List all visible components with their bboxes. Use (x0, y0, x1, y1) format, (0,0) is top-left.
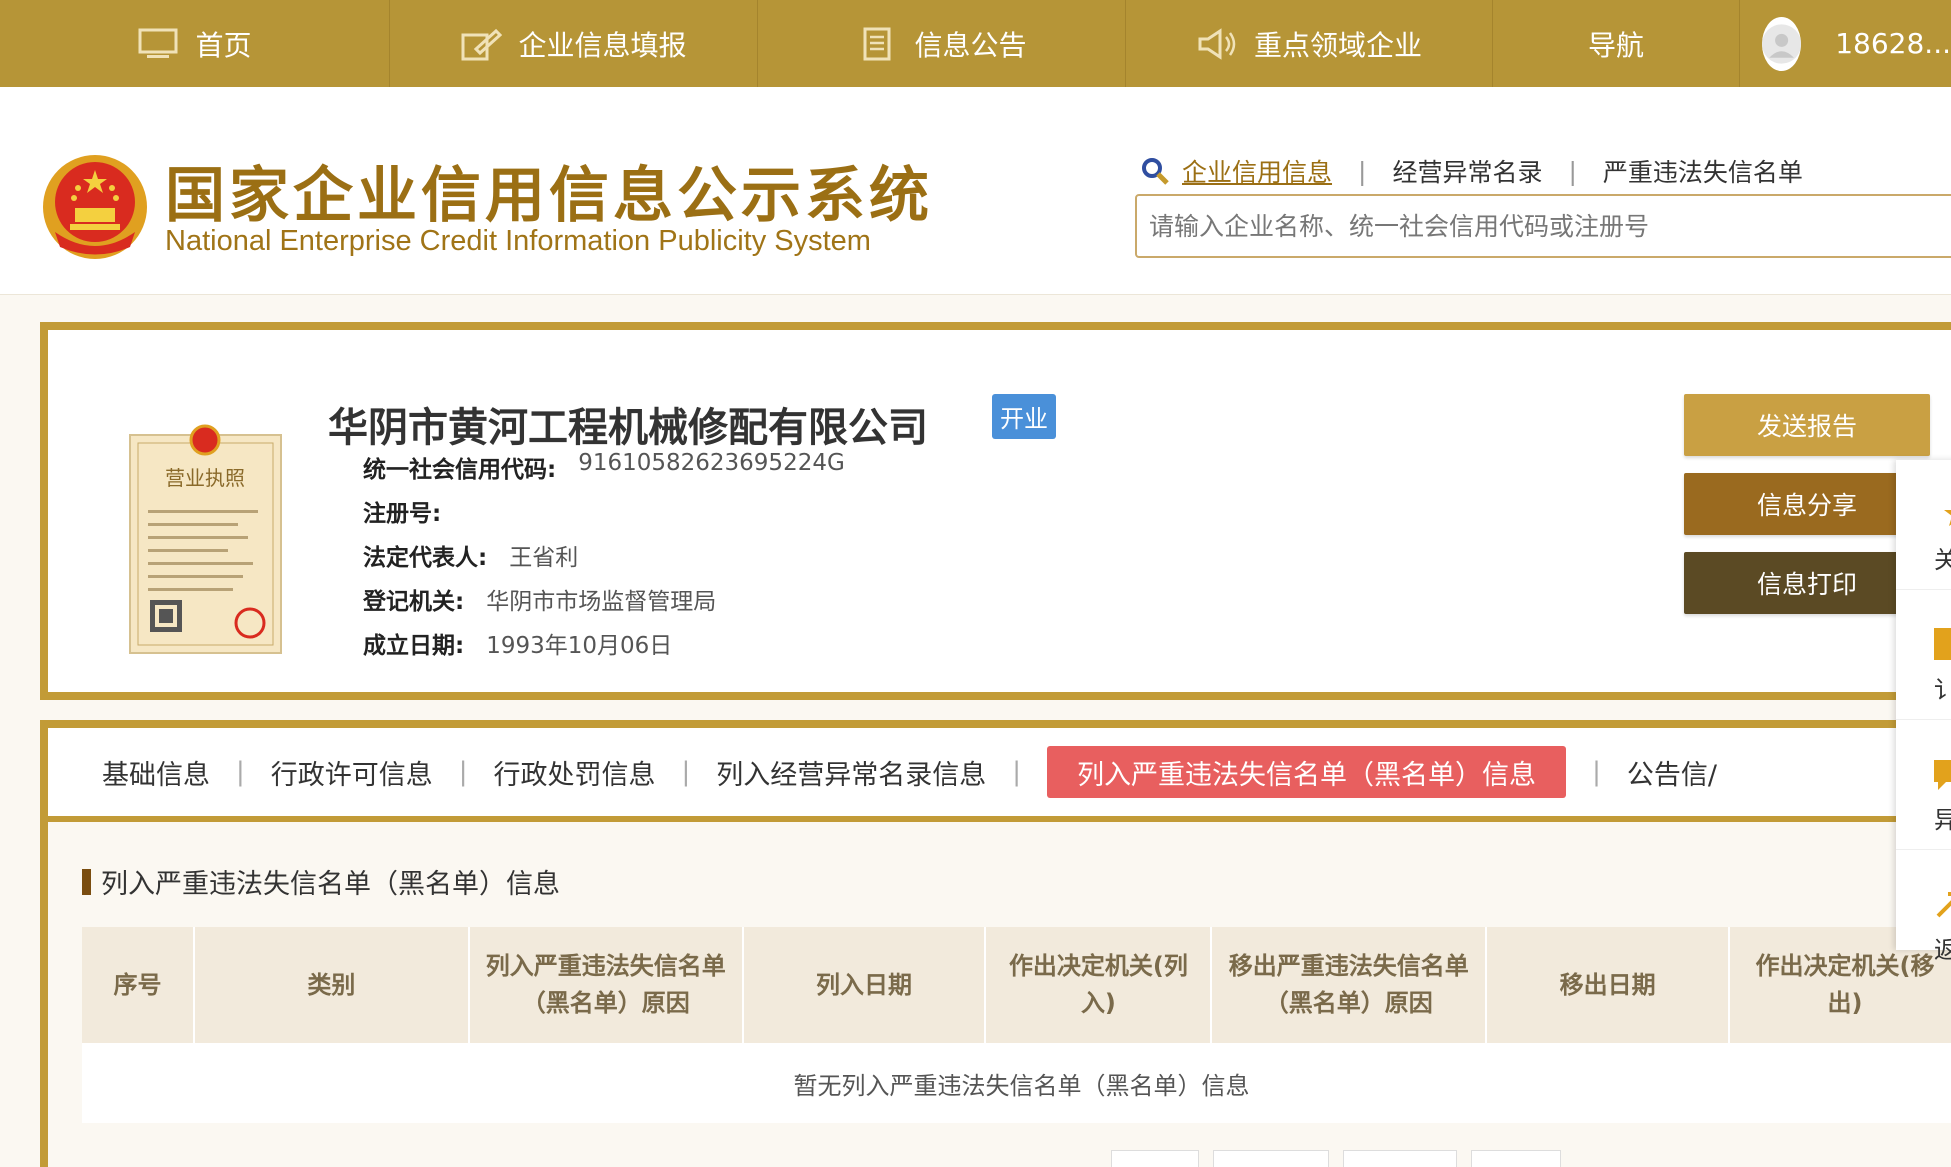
nav-user[interactable]: 18628... (1740, 0, 1951, 87)
column-header: 列入严重违法失信名单（黑名单）原因 (468, 927, 744, 1043)
tab-abnormal-operation[interactable]: 列入经营异常名录信息 (716, 753, 986, 792)
side-item-label: 讠 (1934, 676, 1951, 704)
floating-side-panel: 关 讠 异 返 (1896, 460, 1951, 964)
nav-home[interactable]: 首页 (0, 0, 390, 87)
nav-notice[interactable]: 信息公告 (758, 0, 1126, 87)
info-label: 登记机关: (363, 589, 465, 615)
table-row: 暂无列入严重违法失信名单（黑名单）信息 (82, 1043, 1951, 1123)
section-title: 列入严重违法失信名单（黑名单）信息 (82, 862, 560, 901)
nav-guide-label: 导航 (1587, 28, 1644, 62)
section-title-text: 列入严重违法失信名单（黑名单）信息 (101, 869, 560, 900)
search-box (1135, 194, 1951, 258)
table-header-row: 序号 类别 列入严重违法失信名单（黑名单）原因 列入日期 作出决定机关(列入) … (82, 927, 1951, 1043)
nav-key-enterprise-label: 重点领域企业 (1253, 28, 1422, 62)
chat-bubble-icon (1934, 760, 1951, 790)
company-card: 营业执照 华阴市黄河工程机械修配有限公司 开业 统一社会信用代码: 916105… (40, 322, 1951, 700)
nav-report-fill-label: 企业信息填报 (518, 28, 687, 62)
blacklist-panel: 列入严重违法失信名单（黑名单）信息 序号 类别 列入严重违法失信名单（黑名单）原… (48, 822, 1951, 1167)
side-item-follow[interactable]: 关 (1896, 460, 1951, 590)
tab-divider: | (236, 757, 245, 787)
tab-divider: | (1012, 757, 1022, 787)
nav-notice-label: 信息公告 (914, 28, 1027, 62)
column-header: 移出日期 (1486, 927, 1731, 1043)
tab-divider: | (1592, 757, 1601, 787)
info-credit-code: 统一社会信用代码: 91610582623695224G (363, 450, 845, 484)
search-tab-divider: | (1568, 156, 1577, 186)
empty-message: 暂无列入严重违法失信名单（黑名单）信息 (82, 1043, 1951, 1123)
info-value: 王省利 (509, 545, 579, 571)
search-icon (1142, 158, 1169, 185)
tab-admin-license[interactable]: 行政许可信息 (271, 753, 433, 792)
pager-button[interactable] (1213, 1150, 1329, 1167)
nav-report-fill[interactable]: 企业信息填报 (390, 0, 758, 87)
side-item-back[interactable]: 返 (1896, 850, 1951, 980)
info-value: 华阴市市场监督管理局 (486, 589, 717, 615)
title-bar-marker (82, 868, 91, 895)
svg-text:营业执照: 营业执照 (165, 466, 245, 490)
nav-guide[interactable]: 导航 (1493, 0, 1740, 87)
national-emblem-icon (43, 155, 147, 259)
info-reg-number: 注册号: (363, 494, 463, 528)
blacklist-table: 序号 类别 列入严重违法失信名单（黑名单）原因 列入日期 作出决定机关(列入) … (82, 927, 1951, 1123)
tab-divider: | (681, 757, 691, 787)
tab-admin-penalty[interactable]: 行政处罚信息 (494, 753, 656, 792)
tab-blacklist[interactable]: 列入严重违法失信名单（黑名单）信息 (1047, 746, 1567, 798)
side-item-objection[interactable]: 异 (1896, 720, 1951, 850)
search-tab-enterprise-credit[interactable]: 企业信用信息 (1182, 153, 1332, 189)
column-header: 类别 (193, 927, 470, 1043)
edit-icon (460, 27, 503, 61)
info-reg-authority: 登记机关: 华阴市市场监督管理局 (363, 582, 716, 616)
pager-button[interactable] (1343, 1150, 1457, 1167)
user-name: 18628... (1835, 27, 1951, 60)
pager-button[interactable] (1111, 1150, 1199, 1167)
side-item-label: 关 (1934, 546, 1951, 574)
monitor-icon (137, 27, 179, 61)
search-input[interactable] (1137, 196, 1917, 256)
nav-home-label: 首页 (195, 28, 252, 62)
column-header: 作出决定机关(列入) (985, 927, 1213, 1043)
tab-divider: | (458, 757, 468, 787)
detail-section: 基础信息 | 行政许可信息 | 行政处罚信息 | 列入经营异常名录信息 | 列入… (40, 720, 1951, 1167)
column-header: 列入日期 (742, 927, 987, 1043)
business-license-icon: 营业执照 (129, 424, 282, 654)
note-icon (1934, 628, 1951, 660)
column-header: 序号 (82, 927, 195, 1043)
back-arrow-icon (1936, 892, 1951, 918)
star-icon (1944, 510, 1951, 526)
side-item-label: 返 (1934, 936, 1951, 964)
logo-title-cn: 国家企业信用信息公示系统 (165, 161, 933, 231)
megaphone-icon (1196, 27, 1238, 61)
send-report-button[interactable]: 发送报告 (1684, 394, 1930, 456)
search-tab-abnormal-list[interactable]: 经营异常名录 (1392, 153, 1542, 189)
search-type-tabs: 企业信用信息 | 经营异常名录 | 严重违法失信名单 (1140, 153, 1803, 189)
pager-button[interactable] (1471, 1150, 1561, 1167)
search-tab-divider: | (1358, 156, 1367, 186)
column-header: 移出严重违法失信名单（黑名单）原因 (1211, 927, 1488, 1043)
tab-bar: 基础信息 | 行政许可信息 | 行政处罚信息 | 列入经营异常名录信息 | 列入… (48, 728, 1951, 822)
company-name: 华阴市黄河工程机械修配有限公司 (328, 405, 928, 451)
info-label: 注册号: (363, 501, 442, 527)
side-item-label: 异 (1934, 806, 1951, 834)
top-nav: 首页 企业信息填报 信息公告 重点领域企业 导航 18628... (0, 0, 1951, 87)
search-tab-blacklist[interactable]: 严重违法失信名单 (1603, 153, 1803, 189)
info-value: 91610582623695224G (578, 450, 845, 476)
info-label: 统一社会信用代码: (363, 457, 557, 483)
print-info-button[interactable]: 信息打印 (1684, 552, 1930, 614)
share-info-button[interactable]: 信息分享 (1684, 473, 1930, 535)
avatar[interactable] (1762, 16, 1802, 71)
status-badge: 开业 (992, 394, 1056, 439)
logo-title-en: National Enterprise Credit Information P… (165, 225, 871, 257)
info-founded-date: 成立日期: 1993年10月06日 (363, 626, 672, 660)
info-value: 1993年10月06日 (486, 633, 673, 659)
site-header: 国家企业信用信息公示系统 National Enterprise Credit … (0, 87, 1951, 295)
tab-announcement[interactable]: 公告信/ (1627, 753, 1717, 792)
info-label: 成立日期: (363, 633, 465, 659)
document-icon (856, 27, 898, 61)
nav-key-enterprise[interactable]: 重点领域企业 (1126, 0, 1493, 87)
info-legal-rep: 法定代表人: 王省利 (363, 538, 578, 572)
tab-basic-info[interactable]: 基础信息 (102, 753, 210, 792)
side-item-comment[interactable]: 讠 (1896, 590, 1951, 720)
info-label: 法定代表人: (363, 545, 488, 571)
